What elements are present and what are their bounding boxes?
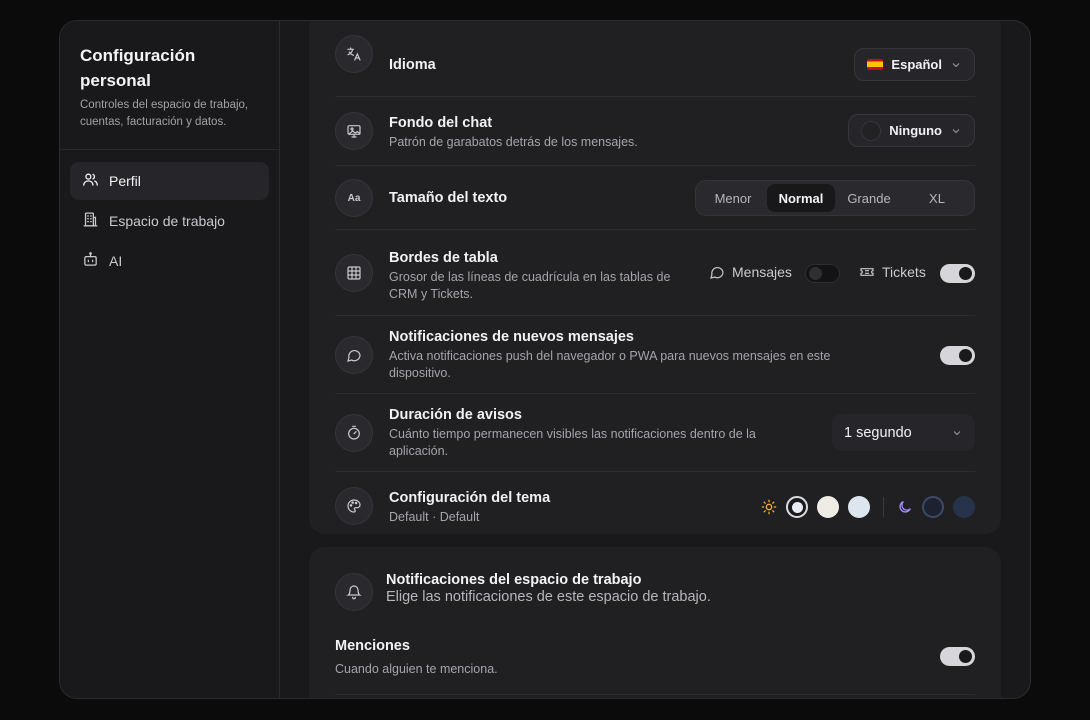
text-size-option-normal[interactable]: Normal [767,184,835,212]
background-swatch [861,120,882,141]
chat-background-desc: Patrón de garabatos detrás de los mensaj… [389,135,638,149]
toast-duration-title: Duración de avisos [389,407,522,423]
mentions-title: Menciones [335,638,410,654]
theme-divider [883,497,884,517]
messages-border-label: Mensajes [709,264,792,280]
message-circle-icon [710,266,724,279]
language-select[interactable]: Español [854,48,975,81]
image-icon [335,112,373,150]
light-theme-swatch-3[interactable] [848,496,870,518]
chat-background-select[interactable]: Ninguno [848,114,975,147]
sidebar-title: Configuración personal [80,46,196,90]
light-theme-swatch-2[interactable] [817,496,839,518]
table-borders-row: Bordes de tabla Grosor de las líneas de … [335,230,975,316]
settings-window: Configuración personal Controles del esp… [59,20,1031,699]
toast-duration-desc: Cuánto tiempo permanecen visibles las no… [389,427,756,458]
sidebar-item-label: AI [109,253,123,269]
chat-background-value: Ninguno [889,123,942,138]
timer-icon [335,414,373,452]
theme-desc: Default · Default [389,510,480,524]
sidebar-description: Controles del espacio de trabajo, cuenta… [80,99,249,128]
chat-background-title: Fondo del chat [389,115,493,131]
users-icon [82,171,99,191]
chevron-down-icon [953,430,961,435]
personal-settings-card: Idioma Español Fondo del chat Patrón de … [309,21,1001,534]
mentions-toggle[interactable] [940,647,975,666]
text-size-option-xl[interactable]: XL [903,184,971,212]
toast-duration-row: Duración de avisos Cuánto tiempo permane… [335,394,975,472]
light-theme-swatch-1[interactable] [786,496,808,518]
chat-background-row: Fondo del chat Patrón de garabatos detrá… [335,97,975,166]
text-size-segmented: Menor Normal Grande XL [695,180,975,216]
new-message-notifications-title: Notificaciones de nuevos mensajes [389,329,634,345]
sidebar-nav: Perfil Espacio de trabajo AI [60,150,279,294]
new-message-notifications-desc: Activa notificaciones push del navegador… [389,349,831,380]
message-circle-icon [335,336,373,374]
toast-duration-value: 1 segundo [844,424,912,441]
messages-border-toggle[interactable] [805,264,840,283]
sidebar-item-label: Perfil [109,173,141,189]
theme-swatches [761,496,975,518]
dark-theme-swatch-2[interactable] [953,496,975,518]
sun-icon [761,499,777,515]
theme-title: Configuración del tema [389,490,551,506]
tickets-border-toggle[interactable] [940,264,975,283]
workspace-notifications-desc: Elige las notificaciones de este espacio… [386,589,711,605]
chevron-down-icon [952,62,960,67]
theme-row: Configuración del tema Default · Default [335,472,975,534]
language-title: Idioma [389,57,436,73]
workspace-notifications-title: Notificaciones del espacio de trabajo [386,572,642,588]
new-message-notifications-toggle[interactable] [940,346,975,365]
sidebar-item-perfil[interactable]: Perfil [70,162,269,200]
dark-theme-swatch-1[interactable] [922,496,944,518]
text-size-option-menor[interactable]: Menor [699,184,767,212]
new-message-notifications-row: Notificaciones de nuevos mensajes Activa… [335,316,975,394]
moon-icon [899,501,911,513]
building-icon [82,211,99,231]
grid-icon [335,254,373,292]
toast-duration-select[interactable]: 1 segundo [832,414,975,451]
tickets-border-label: Tickets [859,264,926,280]
bot-icon [82,251,99,271]
sidebar-header: Configuración personal Controles del esp… [60,21,279,150]
chevron-down-icon [952,128,960,133]
ticket-icon [860,268,874,276]
text-size-title: Tamaño del texto [389,190,508,206]
text-size-icon: Aa [335,179,373,217]
table-borders-desc: Grosor de las líneas de cuadrícula en la… [389,270,671,301]
spain-flag-icon [867,59,884,70]
sidebar-item-ai[interactable]: AI [70,242,269,280]
main-content: Idioma Español Fondo del chat Patrón de … [281,21,1030,698]
text-size-row: Aa Tamaño del texto Menor Normal Grande … [335,166,975,230]
mentions-desc: Cuando alguien te menciona. [335,662,498,676]
language-row: Idioma Español [335,21,975,97]
sidebar-item-label: Espacio de trabajo [109,213,225,229]
palette-icon [335,487,373,525]
workspace-notifications-card: Notificaciones del espacio de trabajo El… [309,547,1001,698]
text-size-option-grande[interactable]: Grande [835,184,903,212]
sidebar: Configuración personal Controles del esp… [60,21,280,698]
translate-icon [335,35,373,73]
bell-icon [335,573,373,611]
table-borders-title: Bordes de tabla [389,250,498,266]
mentions-row: Menciones Cuando alguien te menciona. [335,632,975,695]
language-value: Español [891,57,942,72]
sidebar-item-espacio-de-trabajo[interactable]: Espacio de trabajo [70,202,269,240]
